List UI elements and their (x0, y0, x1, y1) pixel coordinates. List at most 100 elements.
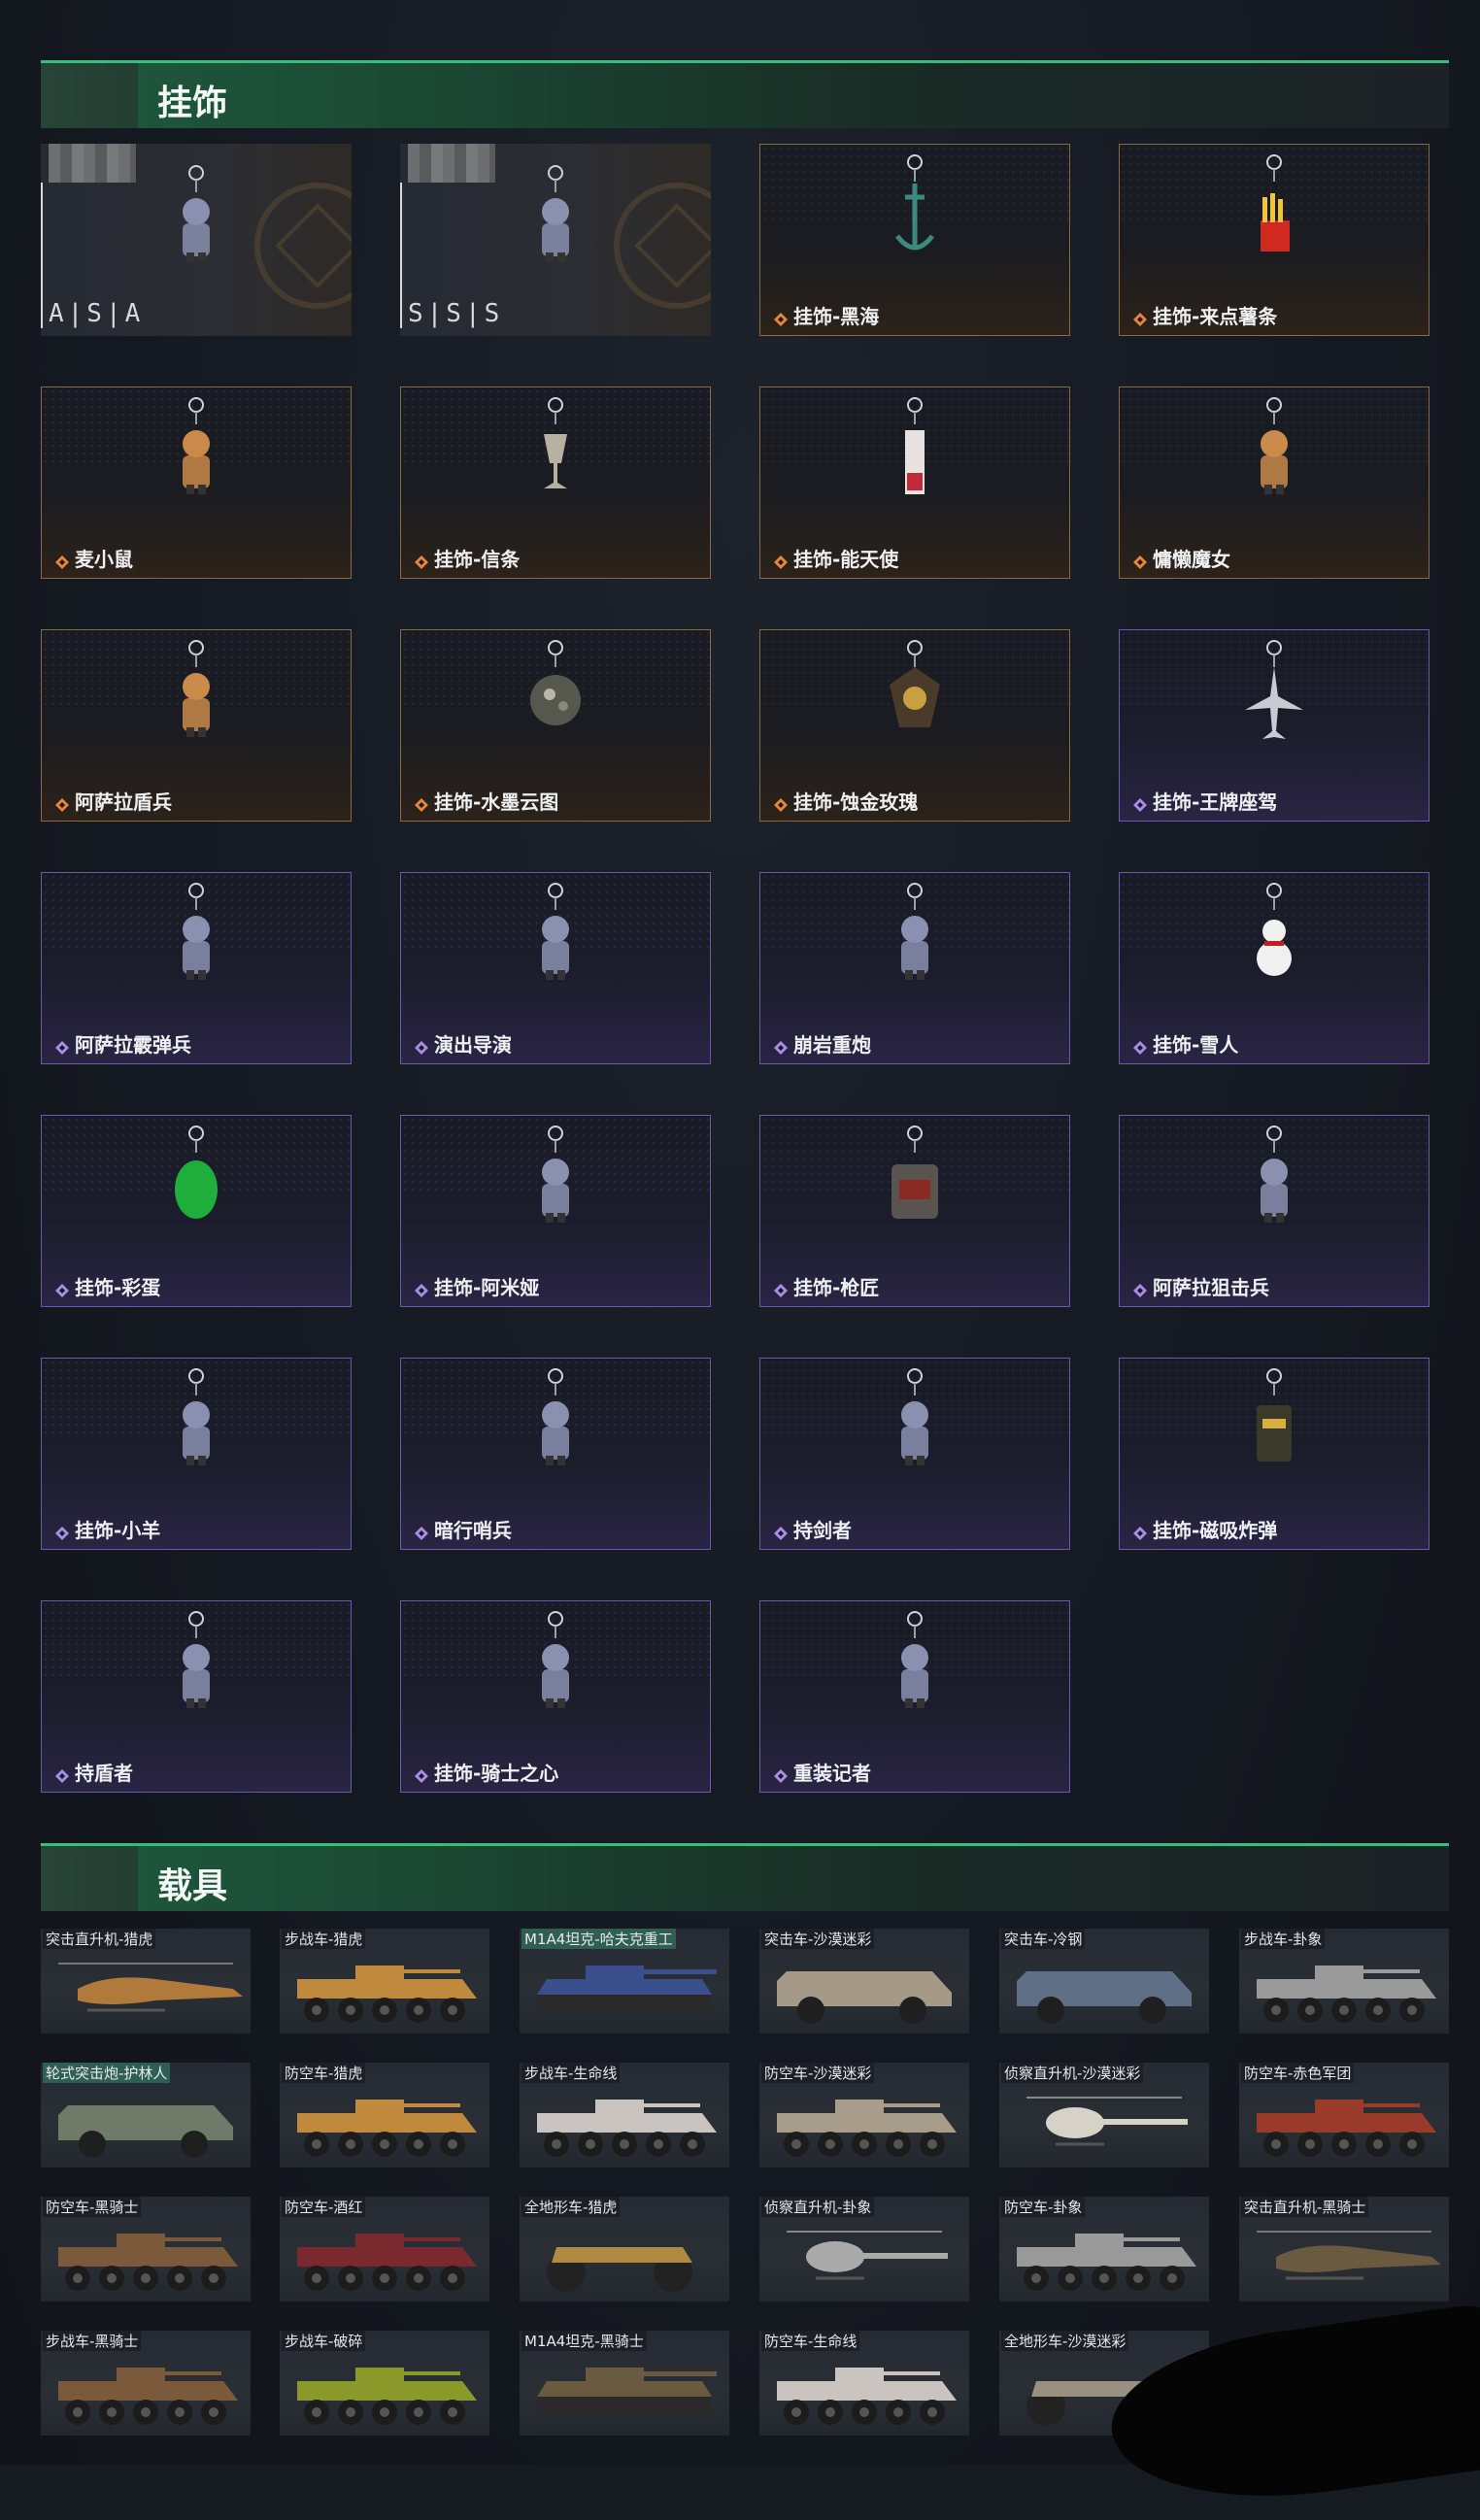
charm-card[interactable]: 挂饰-水墨云图 (400, 629, 711, 822)
charm-label: 挂饰-阿米娅 (434, 1276, 540, 1299)
charm-card[interactable]: 挂饰-骑士之心 (400, 1600, 711, 1793)
charm-card[interactable]: 阿萨拉盾兵 (41, 629, 352, 822)
vehicle-card[interactable]: 防空车-生命线 (759, 2331, 969, 2436)
charm-label: 持剑者 (793, 1519, 852, 1542)
charm-label: 崩岩重炮 (793, 1033, 871, 1057)
section-tab-decoration (41, 63, 138, 128)
director-charm-icon (517, 881, 594, 1001)
charm-label: 麦小鼠 (75, 548, 133, 571)
vehicle-card[interactable]: 防空车-赤色军团 (1239, 2063, 1449, 2167)
charm-card[interactable]: 挂饰-小羊 (41, 1358, 352, 1550)
blurred-tag (49, 144, 136, 183)
charms-section-title: 挂饰 (157, 84, 228, 123)
charm-label: 持盾者 (75, 1762, 133, 1785)
vehicle-card[interactable]: 突击车-沙漠迷彩 (759, 1929, 969, 2033)
vehicle-card[interactable]: 防空车-猎虎 (280, 2063, 489, 2167)
rarity-diamond-icon (774, 312, 788, 326)
vehicle-label: 步战车-猎虎 (282, 1929, 366, 1949)
rarity-diamond-icon (55, 1040, 69, 1055)
vehicle-label: 轮式突击炮-护林人 (43, 2063, 171, 2083)
vehicle-card[interactable]: 步战车-黑骑士 (41, 2331, 251, 2436)
special-charm-card[interactable]: A|S|A (41, 144, 352, 336)
vehicle-card[interactable]: 轮式突击炮-护林人 (41, 2063, 251, 2167)
vehicle-label: 步战车-破碎 (282, 2331, 366, 2351)
snowman-charm-icon (1235, 881, 1313, 1001)
vehicle-card[interactable]: 步战车-生命线 (520, 2063, 729, 2167)
vehicle-label: 侦察直升机-卦象 (761, 2197, 875, 2217)
sentinel-charm-icon (517, 1366, 594, 1487)
vehicle-label: 步战车-黑骑士 (43, 2331, 142, 2351)
section-tab-decoration (41, 1846, 138, 1911)
vehicle-card[interactable]: M1A4坦克-哈夫克重工 (520, 1929, 729, 2033)
charm-card[interactable]: 挂饰-磁吸炸弹 (1119, 1358, 1430, 1550)
vehicle-card[interactable]: 侦察直升机-卦象 (759, 2197, 969, 2302)
vehicle-label: 全地形车-猎虎 (521, 2197, 621, 2217)
charm-label: 挂饰-黑海 (793, 305, 880, 328)
figure-charm-icon (517, 163, 594, 284)
charm-card[interactable]: 慵懒魔女 (1119, 386, 1430, 579)
vehicle-card[interactable]: 侦察直升机-沙漠迷彩 (999, 2063, 1209, 2167)
charm-card[interactable]: 演出导演 (400, 872, 711, 1064)
bunny-charm-icon (517, 1124, 594, 1244)
vehicle-label: 侦察直升机-沙漠迷彩 (1001, 2063, 1144, 2083)
sheep-charm-icon (157, 1366, 235, 1487)
charm-card[interactable]: 崩岩重炮 (759, 872, 1070, 1064)
egg-charm-icon (157, 1124, 235, 1244)
vehicle-card[interactable]: 突击直升机-黑骑士 (1239, 2197, 1449, 2302)
vehicle-card[interactable]: 突击直升机-猎虎 (41, 1929, 251, 2033)
figure-charm-icon (157, 163, 235, 284)
charm-label: 阿萨拉狙击兵 (1153, 1276, 1269, 1299)
vehicle-card[interactable]: 突击车-冷钢 (999, 1929, 1209, 2033)
vehicle-card[interactable]: 步战车-猎虎 (280, 1929, 489, 2033)
vehicle-card[interactable]: 全地形车-猎虎 (520, 2197, 729, 2302)
rarity-diamond-icon (55, 1526, 69, 1540)
charm-card[interactable]: 重装记者 (759, 1600, 1070, 1793)
charm-label: 挂饰-王牌座驾 (1153, 790, 1278, 814)
charm-card[interactable]: 暗行哨兵 (400, 1358, 711, 1550)
reporter-charm-icon (876, 1609, 954, 1730)
card-divider (400, 183, 402, 328)
charm-label: 挂饰-雪人 (1153, 1033, 1239, 1057)
goblet-charm-icon (517, 395, 594, 516)
charm-card[interactable]: 持盾者 (41, 1600, 352, 1793)
charm-label: 重装记者 (793, 1762, 871, 1785)
backpack-charm-icon (876, 1124, 954, 1244)
fries-charm-icon (1235, 152, 1313, 273)
vehicle-card[interactable]: 防空车-沙漠迷彩 (759, 2063, 969, 2167)
rarity-diamond-icon (55, 1768, 69, 1783)
charm-card[interactable]: 挂饰-信条 (400, 386, 711, 579)
special-charm-card[interactable]: S|S|S (400, 144, 711, 336)
charm-card[interactable]: 挂饰-黑海 (759, 144, 1070, 336)
charm-card[interactable]: 挂饰-来点薯条 (1119, 144, 1430, 336)
charm-label: 暗行哨兵 (434, 1519, 512, 1542)
charm-card[interactable]: 挂饰-王牌座驾 (1119, 629, 1430, 822)
rarity-diamond-icon (1133, 1526, 1147, 1540)
charm-card[interactable]: 挂饰-阿米娅 (400, 1115, 711, 1307)
charm-card[interactable]: 阿萨拉狙击兵 (1119, 1115, 1430, 1307)
knight-heart-charm-icon (517, 1609, 594, 1730)
vehicle-card[interactable]: 防空车-黑骑士 (41, 2197, 251, 2302)
charm-label: 挂饰-水墨云图 (434, 790, 559, 814)
rarity-diamond-icon (55, 797, 69, 812)
vehicle-label: 突击车-沙漠迷彩 (761, 1929, 875, 1949)
rarity-diamond-icon (415, 1040, 428, 1055)
vehicle-card[interactable]: 防空车-卦象 (999, 2197, 1209, 2302)
vehicle-label: 全地形车-沙漠迷彩 (1001, 2331, 1129, 2351)
vehicle-card[interactable]: 步战车-卦象 (1239, 1929, 1449, 2033)
rarity-diamond-icon (55, 554, 69, 569)
charm-label: 阿萨拉霰弹兵 (75, 1033, 191, 1057)
vehicle-card[interactable]: 防空车-酒红 (280, 2197, 489, 2302)
charm-card[interactable]: 挂饰-枪匠 (759, 1115, 1070, 1307)
charm-card[interactable]: 挂饰-雪人 (1119, 872, 1430, 1064)
charm-card[interactable]: 阿萨拉霰弹兵 (41, 872, 352, 1064)
heavy-gunner-charm-icon (876, 881, 954, 1001)
charm-card[interactable]: 持剑者 (759, 1358, 1070, 1550)
charm-card[interactable]: 麦小鼠 (41, 386, 352, 579)
charm-card[interactable]: 挂饰-蚀金玫瑰 (759, 629, 1070, 822)
rarity-diamond-icon (415, 1283, 428, 1297)
charm-card[interactable]: 挂饰-彩蛋 (41, 1115, 352, 1307)
vehicle-card[interactable]: 步战车-破碎 (280, 2331, 489, 2436)
vehicle-card[interactable]: M1A4坦克-黑骑士 (520, 2331, 729, 2436)
shieldbearer-charm-icon (157, 1609, 235, 1730)
charm-card[interactable]: 挂饰-能天使 (759, 386, 1070, 579)
